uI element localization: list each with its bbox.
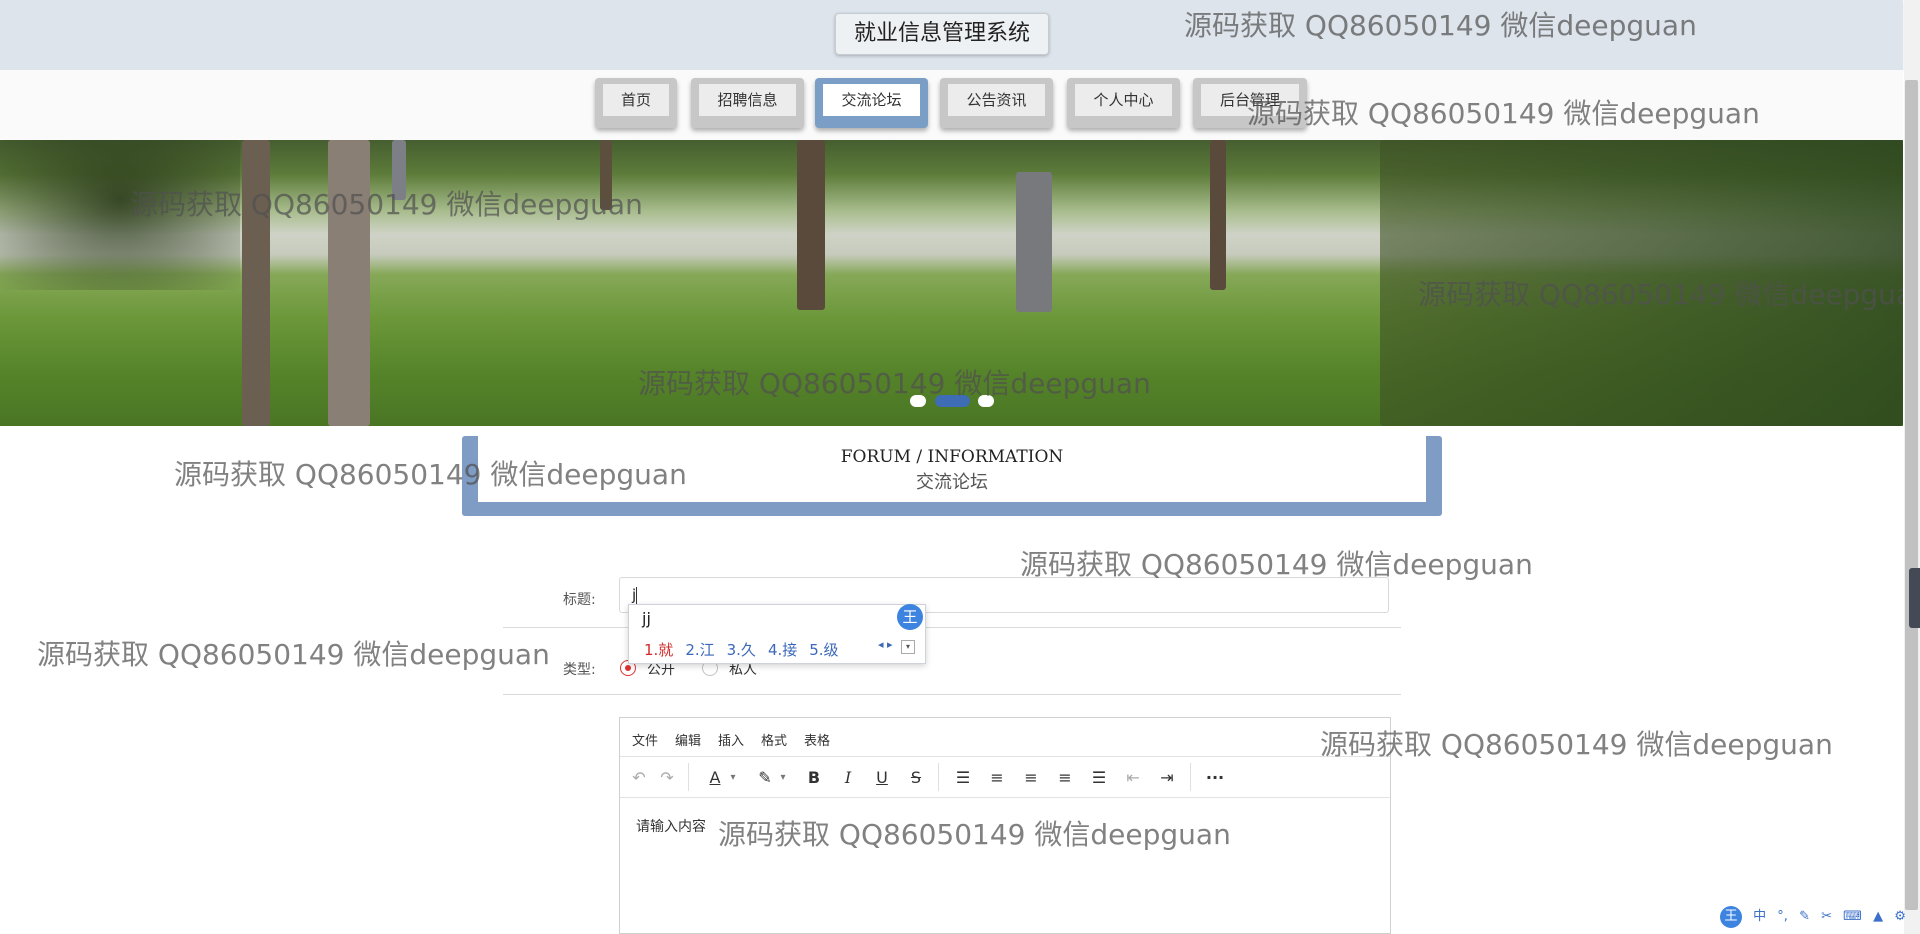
ime-candidate[interactable]: 1.就: [644, 641, 673, 659]
punctuation-icon[interactable]: °,: [1777, 909, 1788, 924]
menu-table[interactable]: 表格: [804, 730, 830, 749]
nav-label: 个人中心: [1075, 84, 1172, 116]
toolbar-separator: [688, 763, 689, 791]
ime-logo-icon: 王: [897, 604, 923, 630]
carousel-dot[interactable]: [910, 395, 926, 407]
chevron-down-icon[interactable]: ▾: [772, 767, 794, 789]
nav-item-admin[interactable]: 后台管理: [1193, 78, 1307, 128]
section-heading: FORUM / INFORMATION 交流论坛: [462, 436, 1442, 516]
editor-content[interactable]: 请输入内容: [636, 816, 706, 836]
watermark-text: 源码获取 QQ86050149 微信deepguan: [1320, 728, 1833, 761]
ime-expand-icon[interactable]: ▾: [901, 640, 915, 654]
nav-item-profile[interactable]: 个人中心: [1067, 78, 1180, 128]
ime-candidate[interactable]: 4.接: [768, 641, 797, 659]
tree-trunk: [797, 140, 825, 310]
scissors-icon[interactable]: ✂: [1821, 909, 1832, 924]
settings-icon[interactable]: ⚙: [1894, 909, 1906, 924]
nav-item-home[interactable]: 首页: [595, 78, 677, 128]
ime-pinyin: jj: [642, 609, 651, 628]
undo-icon[interactable]: ↶: [628, 767, 650, 789]
pen-icon[interactable]: ✎: [1799, 909, 1810, 924]
divider: [503, 694, 1401, 695]
garden-lamp: [1016, 172, 1052, 312]
watermark-text: 源码获取 QQ86050149 微信deepguan: [37, 638, 550, 671]
editor-menubar: 文件 编辑 插入 格式 表格: [620, 718, 1390, 756]
underline-icon[interactable]: U: [871, 767, 893, 789]
tree-trunk: [600, 140, 612, 210]
ime-candidate[interactable]: 2.江: [685, 641, 714, 659]
menu-insert[interactable]: 插入: [718, 730, 744, 749]
top-header: 就业信息管理系统: [0, 0, 1903, 70]
carousel-dot-active[interactable]: [935, 395, 970, 407]
skin-icon[interactable]: ▲: [1873, 909, 1883, 924]
chevron-down-icon[interactable]: ▾: [722, 767, 744, 789]
banner-carousel: [0, 140, 1903, 426]
align-left-icon[interactable]: ≡: [986, 767, 1008, 789]
align-center-icon[interactable]: ≡: [1020, 767, 1042, 789]
ime-candidate[interactable]: 3.久: [727, 641, 756, 659]
menu-edit[interactable]: 编辑: [675, 730, 701, 749]
rich-text-editor: 文件 编辑 插入 格式 表格 ↶ ↷ A ▾ ✎ ▾ B I U S ☰ ≡ ≡…: [619, 717, 1391, 934]
text-caret: [636, 586, 638, 605]
justify-icon[interactable]: ☰: [1088, 767, 1110, 789]
nav-label: 招聘信息: [699, 84, 796, 116]
nav-label: 公告资讯: [948, 84, 1045, 116]
ime-candidate-list: 1.就 2.江 3.久 4.接 5.级: [644, 639, 851, 660]
carousel-dot[interactable]: [978, 395, 994, 407]
nav-label: 交流论坛: [823, 84, 920, 116]
menu-file[interactable]: 文件: [632, 730, 658, 749]
editor-toolbar: ↶ ↷ A ▾ ✎ ▾ B I U S ☰ ≡ ≡ ≡ ☰ ⇤ ⇥ ···: [620, 756, 1390, 798]
keyboard-icon[interactable]: ⌨: [1843, 909, 1862, 924]
title-label: 标题:: [563, 592, 596, 608]
section-title-en: FORUM / INFORMATION: [840, 447, 1064, 467]
menu-format[interactable]: 格式: [761, 730, 787, 749]
redo-icon[interactable]: ↷: [656, 767, 678, 789]
outdent-icon[interactable]: ⇤: [1122, 767, 1144, 789]
site-title: 就业信息管理系统: [835, 13, 1049, 55]
toolbar-separator: [1190, 763, 1191, 791]
side-tab[interactable]: [1909, 568, 1920, 628]
section-title-cn: 交流论坛: [916, 472, 988, 493]
ime-candidate[interactable]: 5.级: [809, 641, 838, 659]
ime-mode-indicator[interactable]: 中: [1753, 905, 1766, 924]
nav-item-jobs[interactable]: 招聘信息: [691, 78, 804, 128]
main-nav: 首页 招聘信息 交流论坛 公告资讯 个人中心 后台管理: [0, 70, 1903, 140]
align-right-icon[interactable]: ≡: [1054, 767, 1076, 789]
indent-icon[interactable]: ⇥: [1156, 767, 1178, 789]
italic-icon[interactable]: I: [837, 767, 859, 789]
ime-candidate-popup: jj 1.就 2.江 3.久 4.接 5.级: [628, 604, 926, 664]
section-heading-inner: FORUM / INFORMATION 交流论坛: [478, 436, 1426, 502]
nav-label: 后台管理: [1201, 84, 1299, 116]
bush: [0, 140, 240, 290]
nav-item-announcements[interactable]: 公告资讯: [940, 78, 1053, 128]
ime-status-logo-icon[interactable]: 王: [1720, 905, 1742, 928]
nav-label: 首页: [603, 84, 669, 116]
more-icon[interactable]: ···: [1204, 767, 1226, 789]
nav-item-forum[interactable]: 交流论坛: [815, 78, 928, 128]
scrollbar-thumb[interactable]: [1905, 80, 1918, 910]
tree-trunk: [328, 140, 370, 426]
bold-icon[interactable]: B: [803, 767, 825, 789]
tree-trunk: [242, 140, 270, 426]
type-label: 类型:: [563, 662, 596, 678]
toolbar-separator: [938, 763, 939, 791]
post: [392, 140, 406, 200]
list-icon[interactable]: ☰: [952, 767, 974, 789]
bamboo-grove: [1380, 140, 1903, 426]
ime-page-arrows-icon[interactable]: ◂ ▸: [878, 638, 893, 651]
ime-status-bar: 王 中 °, ✎ ✂ ⌨ ▲ ⚙: [1720, 905, 1906, 931]
strikethrough-icon[interactable]: S: [905, 767, 927, 789]
tree-trunk: [1210, 140, 1226, 290]
